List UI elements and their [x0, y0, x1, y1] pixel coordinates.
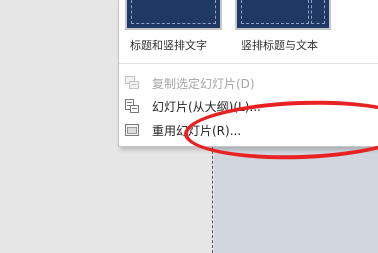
menu-divider	[119, 63, 378, 64]
layout-vertical-title-text[interactable]	[235, 0, 331, 30]
slide-edge-dashed	[212, 146, 213, 253]
slide-thumbnail-pane	[0, 0, 120, 253]
slide-editing-area[interactable]	[214, 146, 378, 253]
layout-title-vertical-text[interactable]	[125, 0, 222, 30]
slides-from-outline-icon	[124, 98, 140, 114]
new-slide-dropdown-menu: 标题和竖排文字 竖排标题与文本 复制选定幻灯片(D) 幻灯片(从大纲)(L)..…	[118, 0, 378, 164]
layout-label: 竖排标题与文本	[241, 39, 318, 52]
layout-placeholder	[311, 0, 325, 24]
menu-item-duplicate-slides[interactable]: 复制选定幻灯片(D)	[119, 71, 378, 95]
layout-placeholder	[241, 0, 309, 24]
menu-item-label: 复制选定幻灯片(D)	[152, 77, 255, 91]
duplicate-slide-icon	[124, 75, 140, 91]
reuse-slides-icon	[124, 122, 140, 138]
layout-placeholder	[131, 0, 216, 24]
layout-label: 标题和竖排文字	[130, 39, 207, 52]
